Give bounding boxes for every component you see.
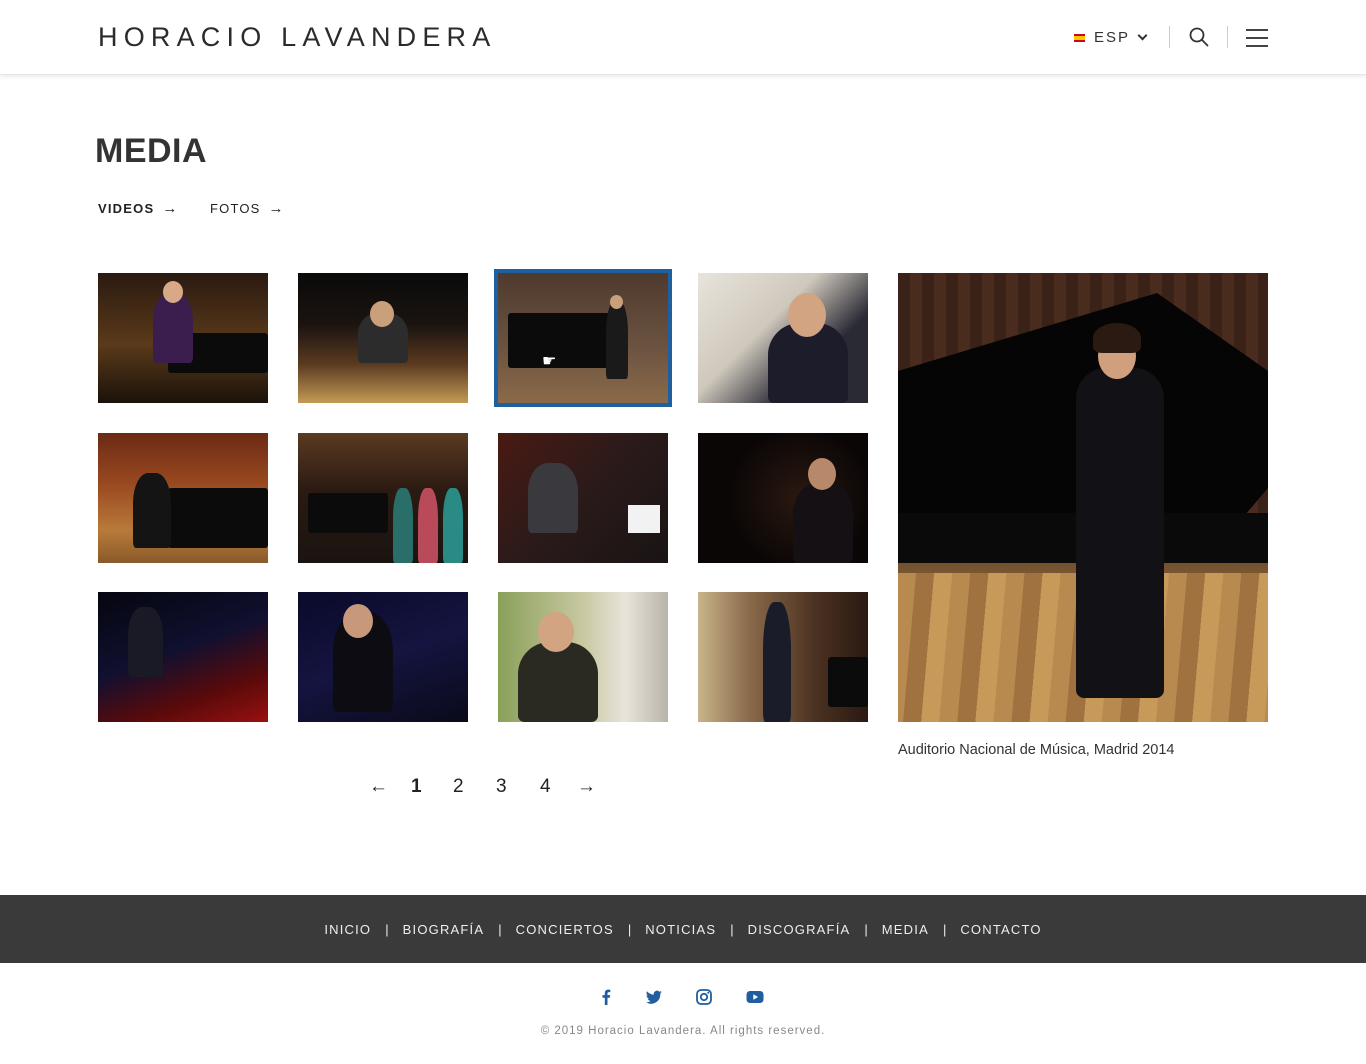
facebook-icon[interactable] <box>595 986 617 1008</box>
photo-caption: Auditorio Nacional de Música, Madrid 201… <box>898 742 1175 758</box>
footer-separator: | <box>730 921 734 937</box>
thumb-face <box>343 604 373 638</box>
tab-label: VIDEOS <box>98 201 155 216</box>
thumb-figure <box>793 483 853 563</box>
thumb-face <box>163 281 183 303</box>
thumb-figure <box>606 301 628 379</box>
thumb-piano <box>308 493 388 533</box>
footer-separator: | <box>864 921 868 937</box>
thumb-figure <box>443 488 463 563</box>
photo-thumbnail[interactable] <box>98 273 268 403</box>
photo-thumbnail[interactable] <box>298 273 468 403</box>
thumb-figure <box>763 602 791 722</box>
thumb-face <box>610 295 623 309</box>
pagination-next-arrow-icon[interactable]: → <box>577 776 596 798</box>
twitter-icon[interactable] <box>643 986 665 1008</box>
youtube-icon[interactable] <box>744 986 766 1008</box>
thumb-face <box>538 612 574 652</box>
photo-thumbnail[interactable]: ☛ <box>494 269 672 407</box>
spain-flag-icon <box>1074 33 1085 42</box>
photo-thumbnail[interactable] <box>98 592 268 722</box>
thumb-piano <box>508 313 618 368</box>
thumb-figure <box>133 473 171 548</box>
photo-thumbnail[interactable] <box>98 433 268 563</box>
footer-link-noticias[interactable]: NOTICIAS <box>645 922 716 937</box>
preview-hair <box>1093 323 1141 353</box>
footer-separator: | <box>498 921 502 937</box>
thumb-figure <box>393 488 413 563</box>
thumb-figure <box>518 642 598 722</box>
footer-separator: | <box>942 921 947 937</box>
site-logo[interactable]: HORACIO LAVANDERA <box>98 22 496 53</box>
pagination-page[interactable]: 3 <box>496 776 507 798</box>
footer-nav: INICIO | BIOGRAFÍA | CONCIERTOS | NOTICI… <box>0 895 1366 963</box>
thumb-figure <box>128 607 163 677</box>
footer-link-media[interactable]: MEDIA <box>882 922 929 937</box>
thumb-face <box>788 293 826 337</box>
footer-separator: | <box>627 921 632 937</box>
photo-thumbnail[interactable] <box>498 592 668 722</box>
hand-pointer-icon: ☛ <box>542 353 557 370</box>
footer-link-discografia[interactable]: DISCOGRAFÍA <box>748 922 851 937</box>
arrow-right-icon: → <box>162 200 179 217</box>
copyright-text: © 2019 Horacio Lavandera. All rights res… <box>540 1025 826 1037</box>
page-title: MEDIA <box>95 132 208 170</box>
header-divider <box>1227 26 1228 48</box>
preview-figure <box>1076 368 1164 698</box>
site-header: HORACIO LAVANDERA ESP <box>0 0 1366 75</box>
footer-link-biografia[interactable]: BIOGRAFÍA <box>403 922 485 937</box>
thumb-piano <box>168 488 268 548</box>
thumb-figure <box>153 293 193 363</box>
chevron-down-icon <box>1137 30 1148 41</box>
language-selector[interactable]: ESP <box>1074 29 1148 46</box>
search-icon[interactable] <box>1189 27 1209 47</box>
footer-separator: | <box>385 921 389 937</box>
thumb-piano <box>828 657 868 707</box>
thumb-face <box>370 301 394 327</box>
instagram-icon[interactable] <box>693 986 715 1008</box>
photo-thumbnail[interactable] <box>298 433 468 563</box>
thumb-figure <box>418 488 438 563</box>
pagination-prev-arrow-icon[interactable]: ← <box>369 776 388 798</box>
header-divider <box>1169 26 1170 48</box>
photo-thumbnail[interactable] <box>698 592 868 722</box>
footer-link-conciertos[interactable]: CONCIERTOS <box>516 922 614 937</box>
photo-thumbnail[interactable] <box>298 592 468 722</box>
tab-fotos[interactable]: FOTOS → <box>210 200 285 217</box>
tab-videos[interactable]: VIDEOS → <box>98 200 179 217</box>
pagination-page[interactable]: 2 <box>453 776 464 798</box>
tab-label: FOTOS <box>210 201 261 216</box>
photo-thumbnail[interactable] <box>498 433 668 563</box>
pagination-page[interactable]: 1 <box>411 776 422 798</box>
thumb-figure <box>528 463 578 533</box>
language-label: ESP <box>1094 29 1131 46</box>
hamburger-menu-icon[interactable] <box>1246 29 1268 47</box>
arrow-right-icon: → <box>268 200 285 217</box>
footer-link-inicio[interactable]: INICIO <box>324 922 371 937</box>
photo-thumbnail[interactable] <box>698 273 868 403</box>
thumb-score <box>628 505 660 533</box>
photo-thumbnail[interactable] <box>698 433 868 563</box>
pagination-page[interactable]: 4 <box>540 776 551 798</box>
photo-preview[interactable] <box>898 273 1268 722</box>
thumb-face <box>808 458 836 490</box>
footer-link-contacto[interactable]: CONTACTO <box>960 922 1041 937</box>
